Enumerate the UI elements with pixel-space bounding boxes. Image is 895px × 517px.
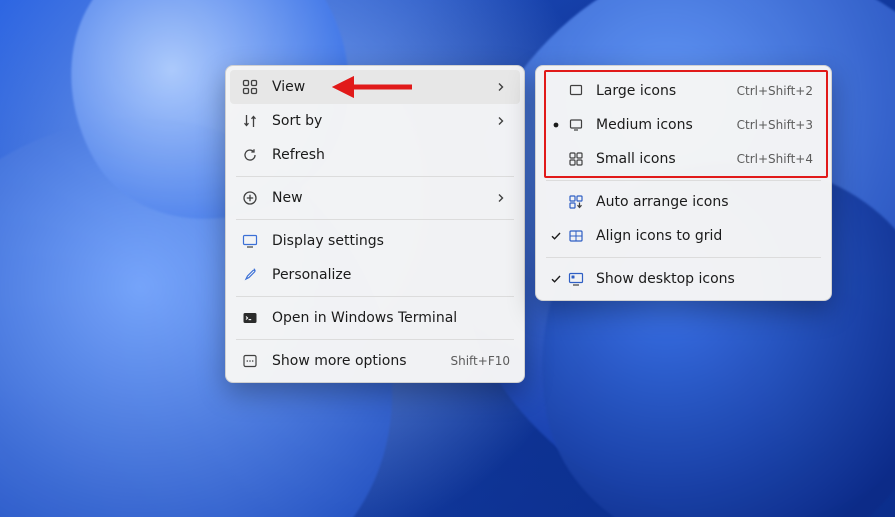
- menu-item-label: Refresh: [272, 147, 510, 163]
- submenu-item-label: Large icons: [596, 83, 737, 99]
- menu-separator: [546, 257, 821, 258]
- more-options-icon: [240, 351, 260, 371]
- submenu-item-shortcut: Ctrl+Shift+4: [737, 152, 813, 166]
- check-checked-icon: [546, 269, 566, 289]
- refresh-icon: [240, 145, 260, 165]
- menu-separator: [236, 339, 514, 340]
- menu-item-label: Open in Windows Terminal: [272, 310, 510, 326]
- submenu-item-label: Show desktop icons: [596, 271, 813, 287]
- grid-icon: [240, 77, 260, 97]
- menu-separator: [546, 180, 821, 181]
- submenu-item-label: Small icons: [596, 151, 737, 167]
- check-unchecked: [546, 192, 566, 212]
- menu-separator: [236, 176, 514, 177]
- medium-icons-icon: [566, 115, 586, 135]
- submenu-item-shortcut: Ctrl+Shift+2: [737, 84, 813, 98]
- menu-item-refresh[interactable]: Refresh: [230, 138, 520, 172]
- desktop-context-menu: View Sort by Refresh: [225, 65, 525, 383]
- menu-item-personalize[interactable]: Personalize: [230, 258, 520, 292]
- radio-unselected: [546, 81, 566, 101]
- submenu-item-medium-icons[interactable]: Medium icons Ctrl+Shift+3: [540, 108, 827, 142]
- menu-item-view[interactable]: View: [230, 70, 520, 104]
- submenu-item-align-grid[interactable]: Align icons to grid: [540, 219, 827, 253]
- menu-item-new[interactable]: New: [230, 181, 520, 215]
- small-icons-icon: [566, 149, 586, 169]
- menu-item-label: Sort by: [272, 113, 496, 129]
- submenu-item-label: Align icons to grid: [596, 228, 813, 244]
- submenu-item-shortcut: Ctrl+Shift+3: [737, 118, 813, 132]
- menu-item-label: View: [272, 79, 496, 95]
- terminal-icon: [240, 308, 260, 328]
- submenu-item-large-icons[interactable]: Large icons Ctrl+Shift+2: [540, 74, 827, 108]
- desktop-icon: [566, 269, 586, 289]
- align-grid-icon: [566, 226, 586, 246]
- view-submenu: Large icons Ctrl+Shift+2 Medium icons Ct…: [535, 65, 832, 301]
- display-settings-icon: [240, 231, 260, 251]
- sort-icon: [240, 111, 260, 131]
- menu-item-sort-by[interactable]: Sort by: [230, 104, 520, 138]
- menu-item-label: New: [272, 190, 496, 206]
- menu-item-show-more-options[interactable]: Show more options Shift+F10: [230, 344, 520, 378]
- menu-separator: [236, 296, 514, 297]
- submenu-item-auto-arrange[interactable]: Auto arrange icons: [540, 185, 827, 219]
- auto-arrange-icon: [566, 192, 586, 212]
- menu-item-shortcut: Shift+F10: [450, 354, 510, 368]
- menu-item-display-settings[interactable]: Display settings: [230, 224, 520, 258]
- check-checked-icon: [546, 226, 566, 246]
- menu-item-label: Personalize: [272, 267, 510, 283]
- menu-item-label: Display settings: [272, 233, 510, 249]
- menu-item-label: Show more options: [272, 353, 442, 369]
- brush-icon: [240, 265, 260, 285]
- submenu-item-show-desktop-icons[interactable]: Show desktop icons: [540, 262, 827, 296]
- submenu-item-small-icons[interactable]: Small icons Ctrl+Shift+4: [540, 142, 827, 176]
- chevron-right-icon: [496, 193, 510, 203]
- radio-unselected: [546, 149, 566, 169]
- menu-separator: [236, 219, 514, 220]
- submenu-item-label: Auto arrange icons: [596, 194, 813, 210]
- radio-selected-icon: [546, 115, 566, 135]
- chevron-right-icon: [496, 116, 510, 126]
- plus-circle-icon: [240, 188, 260, 208]
- menu-item-open-terminal[interactable]: Open in Windows Terminal: [230, 301, 520, 335]
- chevron-right-icon: [496, 82, 510, 92]
- large-icons-icon: [566, 81, 586, 101]
- submenu-item-label: Medium icons: [596, 117, 737, 133]
